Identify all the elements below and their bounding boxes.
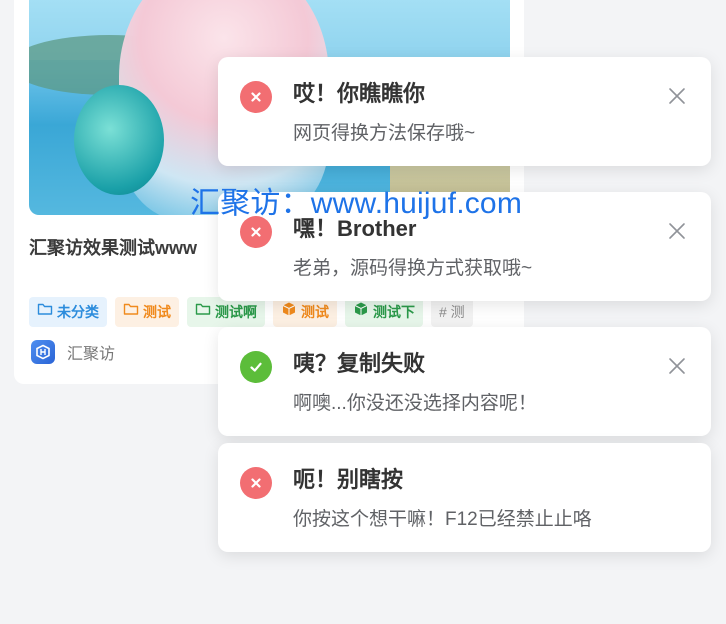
notification-title: 咦？复制失败 <box>293 351 426 376</box>
tag-label: 未分类 <box>57 304 99 320</box>
error-icon <box>240 467 272 499</box>
tag-test-cube[interactable]: 测试 <box>273 297 337 327</box>
close-icon[interactable] <box>667 221 687 241</box>
notification-message: 网页得换方法保存哦~ <box>293 123 476 144</box>
tag-label: 测试 <box>143 304 171 320</box>
cube-icon <box>353 297 369 327</box>
author-name: 汇聚访 <box>67 346 116 363</box>
folder-icon <box>37 297 53 327</box>
cube-icon <box>281 297 297 327</box>
post-tags: 未分类 测试 测试啊 测试 测试下 # 测 <box>29 297 510 327</box>
tag-label: 测试下 <box>373 304 415 320</box>
tag-test[interactable]: 测试 <box>115 297 179 327</box>
folder-icon <box>195 297 211 327</box>
tag-test-down[interactable]: 测试下 <box>345 297 423 327</box>
notification-message: 老弟，源码得换方式获取哦~ <box>293 258 533 279</box>
error-icon <box>240 81 272 113</box>
notification-f12-blocked: 呃！别瞎按 你按这个想干嘛！F12已经禁止止咯 <box>218 443 711 552</box>
notification-title: 哎！你瞧瞧你 <box>293 81 426 106</box>
notification-message: 你按这个想干嘛！F12已经禁止止咯 <box>293 509 592 530</box>
notification-save-blocked: 哎！你瞧瞧你 网页得换方法保存哦~ <box>218 57 711 166</box>
thumbnail-swim-ring <box>74 85 164 195</box>
tag-label: 测试 <box>301 304 329 320</box>
post-title[interactable]: 汇聚访效果测试www <box>29 234 219 260</box>
notification-copy-failed: 咦？复制失败 啊噢...你没还没选择内容呢！ <box>218 327 711 436</box>
tag-hashtag[interactable]: # 测 <box>431 297 473 327</box>
tag-test-ah[interactable]: 测试啊 <box>187 297 265 327</box>
check-icon <box>240 351 272 383</box>
close-icon[interactable] <box>667 356 687 376</box>
notification-message: 啊噢...你没还没选择内容呢！ <box>293 393 537 414</box>
folder-icon <box>123 297 139 327</box>
close-icon[interactable] <box>667 86 687 106</box>
notification-title: 呃！别瞎按 <box>293 467 404 492</box>
watermark-text: 汇聚访：www.huijuf.com <box>190 187 523 220</box>
post-author[interactable]: 汇聚访 <box>31 340 115 364</box>
tag-uncategorized[interactable]: 未分类 <box>29 297 107 327</box>
author-logo-icon <box>31 340 55 364</box>
tag-label: 测试啊 <box>215 304 257 320</box>
tag-label: # 测 <box>439 304 465 320</box>
